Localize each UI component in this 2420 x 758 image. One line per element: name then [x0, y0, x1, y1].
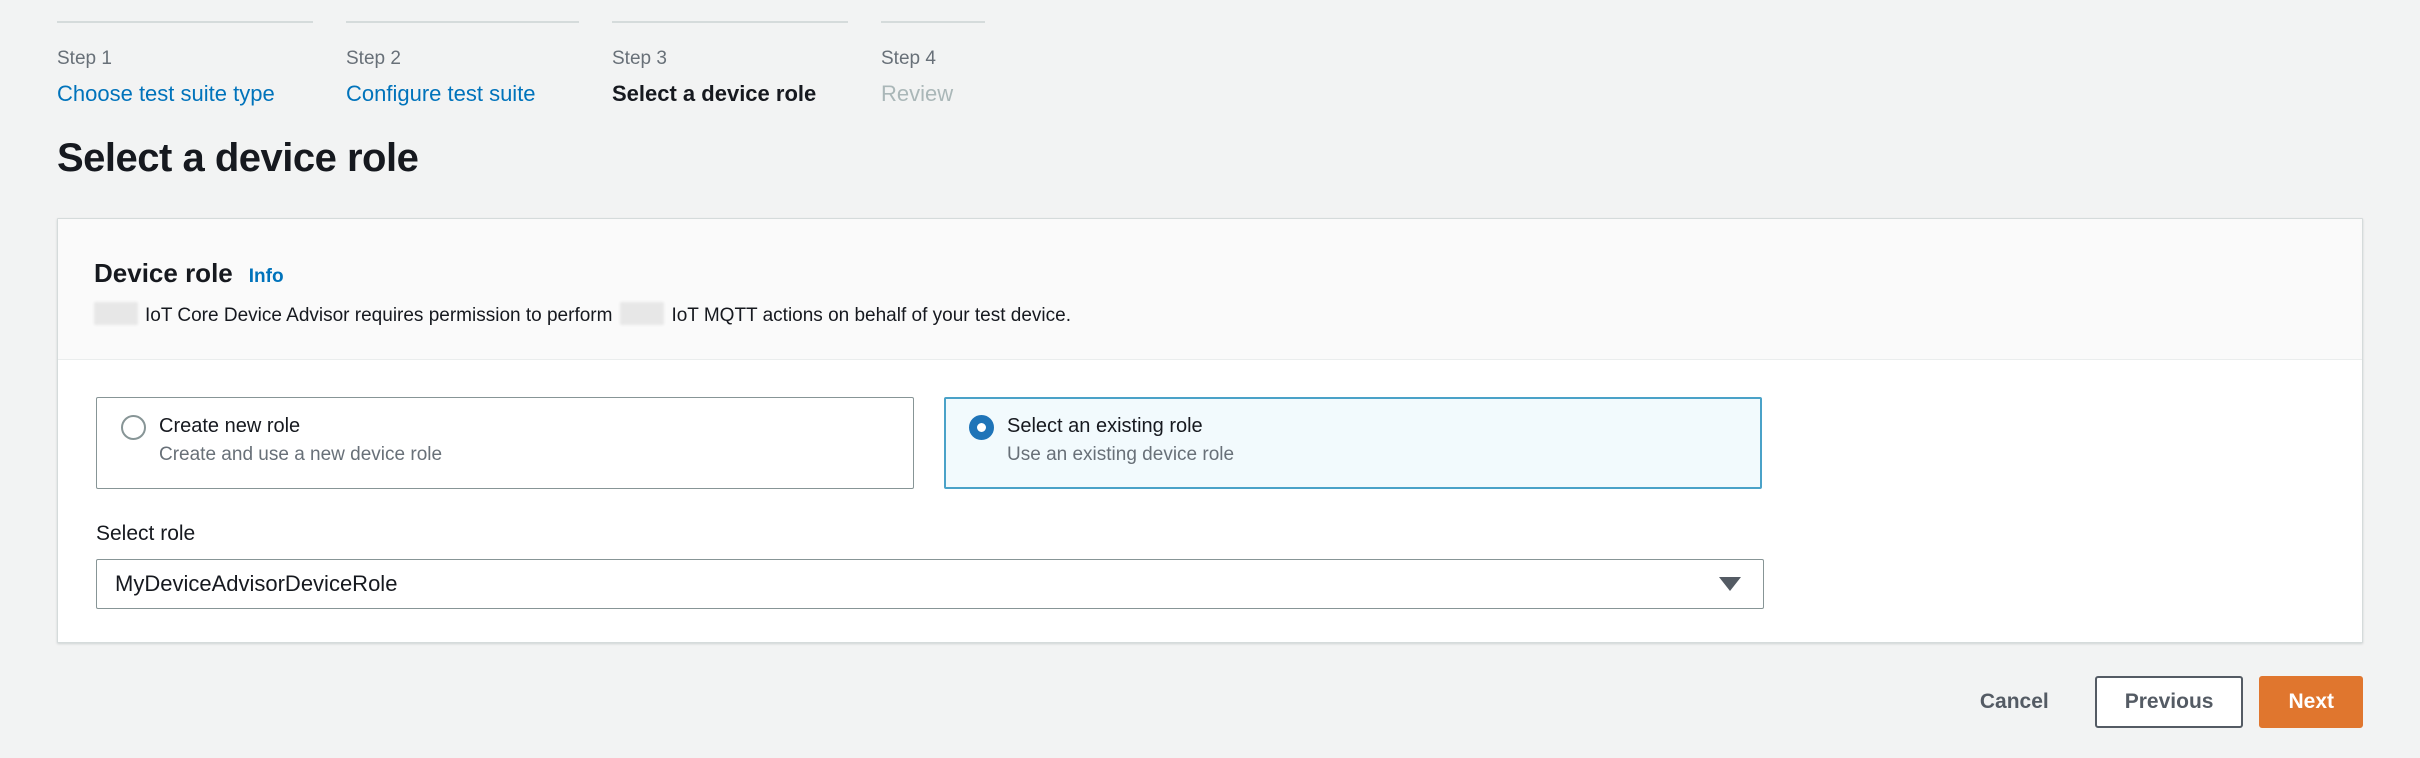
role-select-value: MyDeviceAdvisorDeviceRole [115, 571, 397, 597]
role-option-tiles: Create new role Create and use a new dev… [96, 397, 2324, 489]
next-button[interactable]: Next [2259, 676, 2363, 728]
wizard-step-3: Step 3 Select a device role [612, 21, 848, 108]
step-number: Step 4 [881, 47, 985, 71]
step-link-choose-test-suite-type[interactable]: Choose test suite type [57, 80, 275, 108]
step-number: Step 3 [612, 47, 848, 71]
radio-unchecked-icon[interactable] [121, 415, 146, 440]
caret-down-icon [1719, 577, 1741, 591]
select-role-label: Select role [96, 521, 2324, 547]
device-role-card-body: Create new role Create and use a new dev… [58, 360, 2362, 642]
wizard-step-4: Step 4 Review [881, 21, 985, 108]
step-link-review: Review [881, 80, 953, 108]
redacted-text-block [620, 302, 664, 325]
step-link-configure-test-suite[interactable]: Configure test suite [346, 80, 536, 108]
step-number: Step 2 [346, 47, 579, 71]
card-description-part1: IoT Core Device Advisor requires permiss… [145, 305, 612, 326]
device-role-card-header: Device role Info IoT Core Device Advisor… [58, 219, 2362, 360]
option-text: Create new role Create and use a new dev… [159, 411, 442, 488]
radio-checked-icon[interactable] [969, 415, 994, 440]
step-number: Step 1 [57, 47, 313, 71]
step-link-select-device-role-current: Select a device role [612, 80, 816, 108]
wizard-page: Step 1 Choose test suite type Step 2 Con… [0, 0, 2420, 728]
option-create-new-role[interactable]: Create new role Create and use a new dev… [96, 397, 914, 489]
option-select-existing-role[interactable]: Select an existing role Use an existing … [944, 397, 1762, 489]
card-description-part2: IoT MQTT actions on behalf of your test … [671, 305, 1071, 326]
info-link[interactable]: Info [249, 266, 284, 288]
option-description: Use an existing device role [1007, 441, 1234, 468]
redacted-text-block [94, 302, 138, 325]
cancel-button[interactable]: Cancel [1980, 690, 2049, 714]
card-title: Device role [94, 257, 233, 289]
wizard-stepper: Step 1 Choose test suite type Step 2 Con… [57, 21, 2363, 108]
page-title: Select a device role [57, 134, 2363, 182]
option-description: Create and use a new device role [159, 441, 442, 468]
option-label: Create new role [159, 411, 442, 441]
option-label: Select an existing role [1007, 411, 1234, 441]
wizard-step-2: Step 2 Configure test suite [346, 21, 579, 108]
wizard-footer: Cancel Previous Next [57, 676, 2363, 728]
device-role-card: Device role Info IoT Core Device Advisor… [57, 218, 2363, 643]
role-select-dropdown[interactable]: MyDeviceAdvisorDeviceRole [96, 559, 1764, 609]
previous-button[interactable]: Previous [2095, 676, 2244, 728]
option-text: Select an existing role Use an existing … [1007, 411, 1234, 487]
wizard-step-1: Step 1 Choose test suite type [57, 21, 313, 108]
card-description: IoT Core Device Advisor requires permiss… [94, 302, 2326, 329]
